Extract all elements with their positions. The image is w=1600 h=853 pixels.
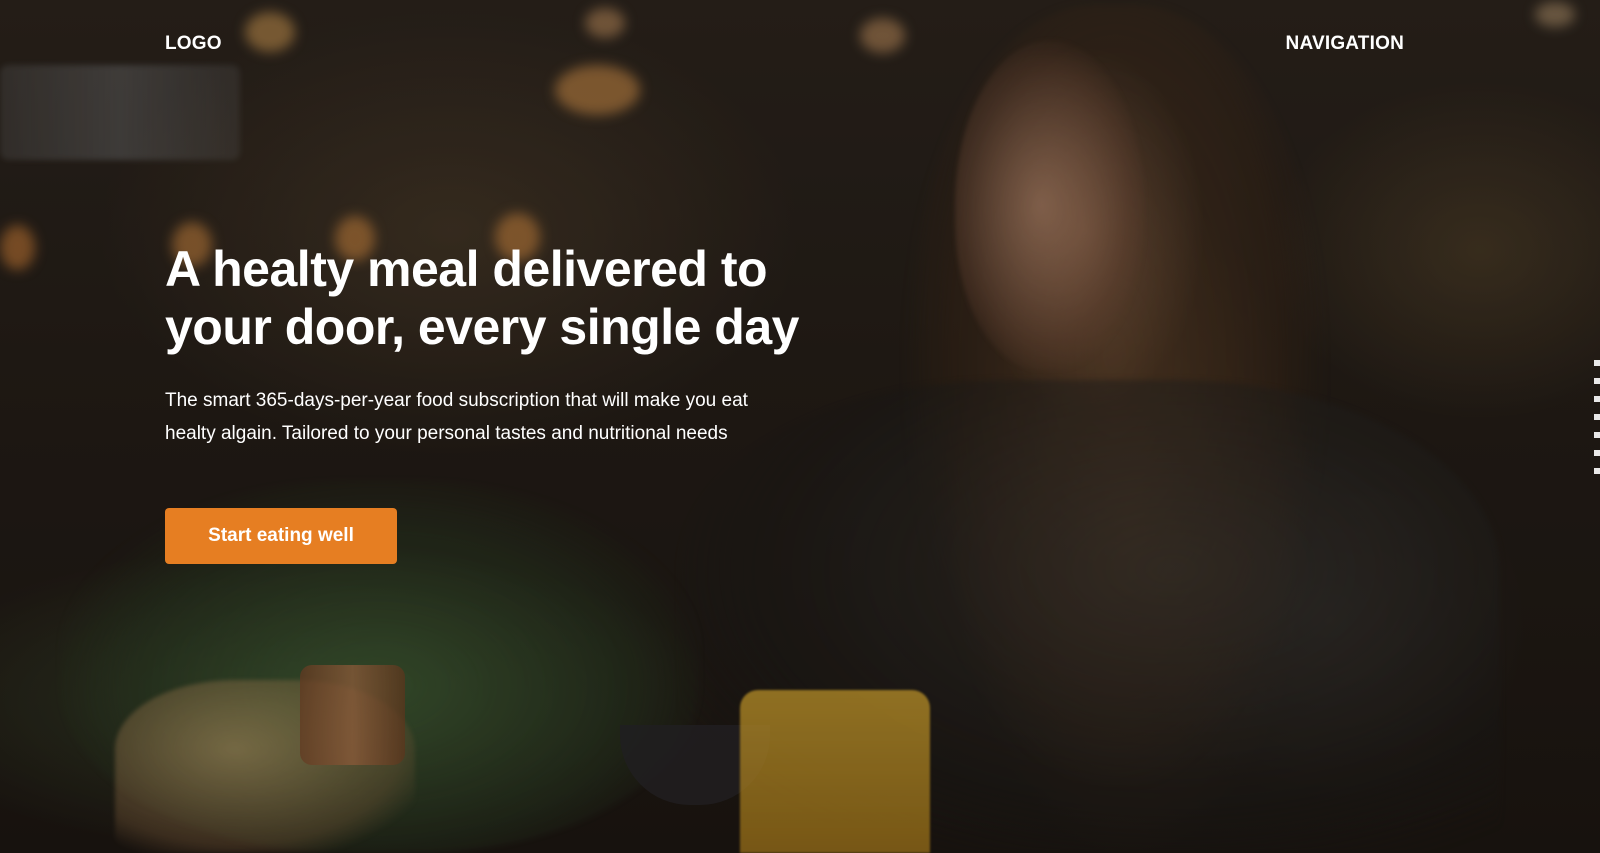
- hero-section: LOGO NAVIGATION A healty meal delivered …: [0, 0, 1600, 853]
- edge-decoration: [1594, 360, 1600, 475]
- hero-subtitle: The smart 365-days-per-year food subscri…: [165, 390, 748, 444]
- navigation-link[interactable]: NAVIGATION: [1286, 33, 1404, 55]
- hero-content: A healty meal delivered to your door, ev…: [165, 240, 825, 564]
- logo[interactable]: LOGO: [165, 33, 222, 55]
- hero-title: A healty meal delivered to your door, ev…: [165, 241, 799, 355]
- site-header: LOGO NAVIGATION: [165, 33, 1404, 55]
- start-eating-well-button[interactable]: Start eating well: [165, 508, 397, 564]
